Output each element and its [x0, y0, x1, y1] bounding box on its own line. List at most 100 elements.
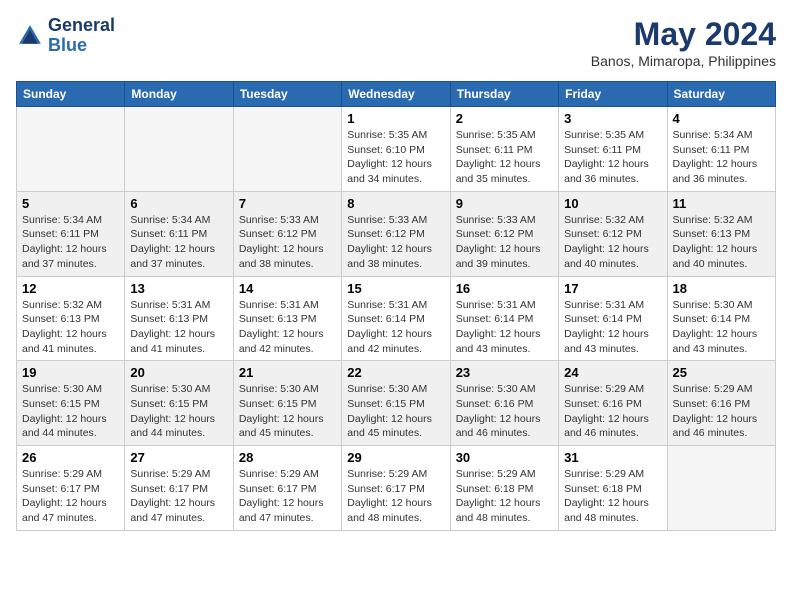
day-info: Sunrise: 5:29 AM Sunset: 6:17 PM Dayligh…	[347, 467, 444, 526]
logo-icon	[16, 22, 44, 50]
day-number: 1	[347, 111, 444, 126]
day-number: 22	[347, 365, 444, 380]
calendar-cell: 8 Sunrise: 5:33 AM Sunset: 6:12 PM Daylig…	[342, 191, 450, 276]
day-number: 14	[239, 281, 336, 296]
calendar-cell: 12Sunrise: 5:32 AM Sunset: 6:13 PM Dayli…	[17, 276, 125, 361]
calendar-week-row: 5 Sunrise: 5:34 AM Sunset: 6:11 PM Daylig…	[17, 191, 776, 276]
day-info: Sunrise: 5:33 AM Sunset: 6:12 PM Dayligh…	[239, 213, 336, 272]
calendar-week-row: 1 Sunrise: 5:35 AM Sunset: 6:10 PM Daylig…	[17, 107, 776, 192]
calendar-cell	[17, 107, 125, 192]
day-info: Sunrise: 5:29 AM Sunset: 6:17 PM Dayligh…	[22, 467, 119, 526]
logo: General Blue	[16, 16, 115, 56]
day-number: 8	[347, 196, 444, 211]
calendar-cell: 29 Sunrise: 5:29 AM Sunset: 6:17 PM Dayli…	[342, 446, 450, 531]
calendar-cell: 7 Sunrise: 5:33 AM Sunset: 6:12 PM Daylig…	[233, 191, 341, 276]
day-number: 25	[673, 365, 770, 380]
calendar-table: SundayMondayTuesdayWednesdayThursdayFrid…	[16, 81, 776, 531]
calendar-header-row: SundayMondayTuesdayWednesdayThursdayFrid…	[17, 82, 776, 107]
day-number: 2	[456, 111, 553, 126]
calendar-cell: 3 Sunrise: 5:35 AM Sunset: 6:11 PM Daylig…	[559, 107, 667, 192]
calendar-cell: 17Sunrise: 5:31 AM Sunset: 6:14 PM Dayli…	[559, 276, 667, 361]
calendar-cell: 22 Sunrise: 5:30 AM Sunset: 6:15 PM Dayli…	[342, 361, 450, 446]
day-number: 6	[130, 196, 227, 211]
calendar-cell: 28 Sunrise: 5:29 AM Sunset: 6:17 PM Dayli…	[233, 446, 341, 531]
day-info: Sunrise: 5:31 AM Sunset: 6:13 PM Dayligh…	[130, 298, 227, 357]
column-header-friday: Friday	[559, 82, 667, 107]
day-info: Sunrise: 5:33 AM Sunset: 6:12 PM Dayligh…	[456, 213, 553, 272]
day-number: 11	[673, 196, 770, 211]
calendar-cell: 6 Sunrise: 5:34 AM Sunset: 6:11 PM Daylig…	[125, 191, 233, 276]
calendar-week-row: 26 Sunrise: 5:29 AM Sunset: 6:17 PM Dayli…	[17, 446, 776, 531]
day-number: 15	[347, 281, 444, 296]
calendar-cell: 1 Sunrise: 5:35 AM Sunset: 6:10 PM Daylig…	[342, 107, 450, 192]
day-number: 21	[239, 365, 336, 380]
day-number: 7	[239, 196, 336, 211]
day-info: Sunrise: 5:33 AM Sunset: 6:12 PM Dayligh…	[347, 213, 444, 272]
day-info: Sunrise: 5:34 AM Sunset: 6:11 PM Dayligh…	[22, 213, 119, 272]
day-info: Sunrise: 5:30 AM Sunset: 6:15 PM Dayligh…	[239, 382, 336, 441]
calendar-cell: 14 Sunrise: 5:31 AM Sunset: 6:13 PM Dayli…	[233, 276, 341, 361]
day-info: Sunrise: 5:31 AM Sunset: 6:13 PM Dayligh…	[239, 298, 336, 357]
day-info: Sunrise: 5:31 AM Sunset: 6:14 PM Dayligh…	[456, 298, 553, 357]
day-info: Sunrise: 5:35 AM Sunset: 6:11 PM Dayligh…	[456, 128, 553, 187]
page-header: General Blue May 2024 Banos, Mimaropa, P…	[16, 16, 776, 69]
calendar-cell: 27Sunrise: 5:29 AM Sunset: 6:17 PM Dayli…	[125, 446, 233, 531]
day-number: 31	[564, 450, 661, 465]
day-number: 30	[456, 450, 553, 465]
day-info: Sunrise: 5:35 AM Sunset: 6:10 PM Dayligh…	[347, 128, 444, 187]
day-info: Sunrise: 5:34 AM Sunset: 6:11 PM Dayligh…	[130, 213, 227, 272]
day-number: 10	[564, 196, 661, 211]
day-number: 3	[564, 111, 661, 126]
day-info: Sunrise: 5:29 AM Sunset: 6:17 PM Dayligh…	[239, 467, 336, 526]
day-info: Sunrise: 5:30 AM Sunset: 6:15 PM Dayligh…	[347, 382, 444, 441]
day-number: 4	[673, 111, 770, 126]
day-info: Sunrise: 5:29 AM Sunset: 6:18 PM Dayligh…	[564, 467, 661, 526]
day-number: 23	[456, 365, 553, 380]
calendar-cell: 2 Sunrise: 5:35 AM Sunset: 6:11 PM Daylig…	[450, 107, 558, 192]
day-number: 9	[456, 196, 553, 211]
calendar-cell: 24Sunrise: 5:29 AM Sunset: 6:16 PM Dayli…	[559, 361, 667, 446]
day-number: 28	[239, 450, 336, 465]
day-info: Sunrise: 5:29 AM Sunset: 6:18 PM Dayligh…	[456, 467, 553, 526]
calendar-cell: 16Sunrise: 5:31 AM Sunset: 6:14 PM Dayli…	[450, 276, 558, 361]
calendar-cell	[125, 107, 233, 192]
column-header-monday: Monday	[125, 82, 233, 107]
calendar-cell: 9 Sunrise: 5:33 AM Sunset: 6:12 PM Daylig…	[450, 191, 558, 276]
logo-text-general: General	[48, 16, 115, 36]
calendar-cell: 19 Sunrise: 5:30 AM Sunset: 6:15 PM Dayli…	[17, 361, 125, 446]
column-header-tuesday: Tuesday	[233, 82, 341, 107]
calendar-week-row: 12Sunrise: 5:32 AM Sunset: 6:13 PM Dayli…	[17, 276, 776, 361]
calendar-cell: 10Sunrise: 5:32 AM Sunset: 6:12 PM Dayli…	[559, 191, 667, 276]
calendar-cell: 15Sunrise: 5:31 AM Sunset: 6:14 PM Dayli…	[342, 276, 450, 361]
day-info: Sunrise: 5:30 AM Sunset: 6:16 PM Dayligh…	[456, 382, 553, 441]
calendar-cell: 5 Sunrise: 5:34 AM Sunset: 6:11 PM Daylig…	[17, 191, 125, 276]
day-info: Sunrise: 5:34 AM Sunset: 6:11 PM Dayligh…	[673, 128, 770, 187]
day-number: 5	[22, 196, 119, 211]
day-number: 29	[347, 450, 444, 465]
calendar-cell: 23 Sunrise: 5:30 AM Sunset: 6:16 PM Dayli…	[450, 361, 558, 446]
calendar-cell: 30 Sunrise: 5:29 AM Sunset: 6:18 PM Dayli…	[450, 446, 558, 531]
day-info: Sunrise: 5:35 AM Sunset: 6:11 PM Dayligh…	[564, 128, 661, 187]
day-number: 19	[22, 365, 119, 380]
day-info: Sunrise: 5:30 AM Sunset: 6:14 PM Dayligh…	[673, 298, 770, 357]
day-info: Sunrise: 5:29 AM Sunset: 6:17 PM Dayligh…	[130, 467, 227, 526]
day-info: Sunrise: 5:30 AM Sunset: 6:15 PM Dayligh…	[130, 382, 227, 441]
day-number: 26	[22, 450, 119, 465]
calendar-cell: 13Sunrise: 5:31 AM Sunset: 6:13 PM Dayli…	[125, 276, 233, 361]
calendar-cell: 21 Sunrise: 5:30 AM Sunset: 6:15 PM Dayli…	[233, 361, 341, 446]
calendar-cell	[233, 107, 341, 192]
calendar-cell: 11 Sunrise: 5:32 AM Sunset: 6:13 PM Dayli…	[667, 191, 775, 276]
day-number: 12	[22, 281, 119, 296]
calendar-cell: 31 Sunrise: 5:29 AM Sunset: 6:18 PM Dayli…	[559, 446, 667, 531]
calendar-cell: 18Sunrise: 5:30 AM Sunset: 6:14 PM Dayli…	[667, 276, 775, 361]
day-info: Sunrise: 5:30 AM Sunset: 6:15 PM Dayligh…	[22, 382, 119, 441]
day-number: 20	[130, 365, 227, 380]
day-info: Sunrise: 5:29 AM Sunset: 6:16 PM Dayligh…	[673, 382, 770, 441]
title-block: May 2024 Banos, Mimaropa, Philippines	[591, 16, 776, 69]
column-header-sunday: Sunday	[17, 82, 125, 107]
location-subtitle: Banos, Mimaropa, Philippines	[591, 53, 776, 69]
column-header-thursday: Thursday	[450, 82, 558, 107]
month-year-title: May 2024	[591, 16, 776, 53]
calendar-cell: 20 Sunrise: 5:30 AM Sunset: 6:15 PM Dayli…	[125, 361, 233, 446]
day-info: Sunrise: 5:32 AM Sunset: 6:13 PM Dayligh…	[673, 213, 770, 272]
